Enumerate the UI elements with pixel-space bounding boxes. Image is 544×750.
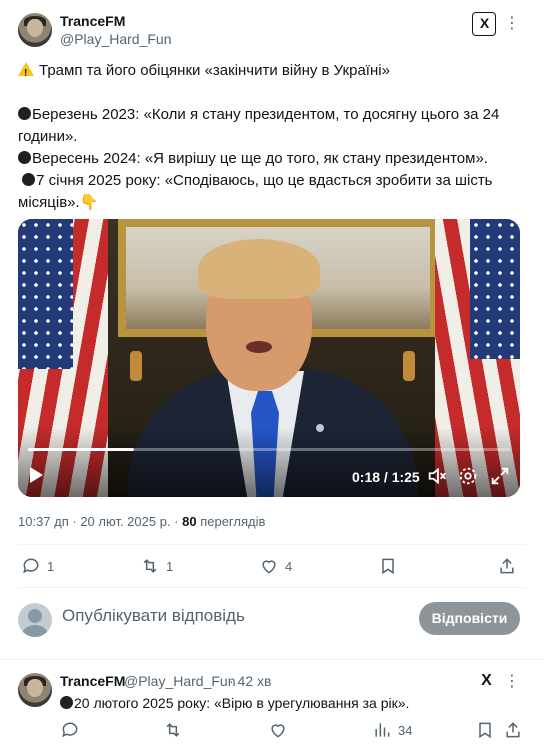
- author-name[interactable]: TranceFM: [60, 13, 125, 29]
- share-icon: [506, 722, 520, 738]
- repost-icon: [166, 723, 180, 737]
- reply-reply-button[interactable]: [60, 719, 80, 741]
- current-user-avatar: [18, 603, 52, 637]
- share-icon: [500, 558, 514, 574]
- repost-icon: [143, 559, 157, 573]
- author-handle[interactable]: @Play_Hard_Fun: [60, 31, 172, 47]
- video-progress-bar[interactable]: [28, 448, 510, 451]
- black-circle-icon: [60, 696, 73, 709]
- post-line-1: Трамп та його обіцянки «закінчити війну …: [39, 62, 390, 79]
- post-timestamp[interactable]: 10:37 дп · 20 лют. 2025 р. ·: [18, 514, 182, 529]
- volume-icon[interactable]: [426, 465, 448, 487]
- divider: [0, 659, 544, 660]
- reply-author-name[interactable]: TranceFM: [60, 673, 125, 689]
- reply-button[interactable]: 1: [21, 555, 54, 577]
- fullscreen-icon[interactable]: [489, 465, 511, 487]
- reply-author-avatar[interactable]: [18, 673, 52, 707]
- video-time: 0:18 / 1:25: [352, 469, 420, 485]
- reply-views-button[interactable]: 34: [372, 719, 412, 741]
- share-button[interactable]: [497, 555, 517, 577]
- post-meta: 10:37 дп · 20 лют. 2025 р. · 80 перегляд…: [18, 514, 265, 529]
- settings-icon[interactable]: [457, 465, 479, 487]
- reply-share-button[interactable]: [503, 719, 523, 741]
- post-line-2: Березень 2023: «Коли я стану президентом…: [32, 106, 500, 123]
- reply-like-button[interactable]: [268, 719, 288, 741]
- pointing-down-icon: 👇: [79, 194, 99, 211]
- post-line-3: Вересень 2024: «Я вирішу це ще до того, …: [32, 150, 488, 167]
- bookmark-icon: [479, 722, 491, 739]
- heart-icon: [271, 724, 285, 738]
- views-label: переглядів: [196, 514, 266, 529]
- views-count: 80: [182, 514, 197, 529]
- black-circle-icon: [18, 151, 31, 164]
- reply-bookmark-button[interactable]: [475, 719, 495, 741]
- reply-input[interactable]: Опублікувати відповідь: [62, 606, 245, 626]
- reply-icon: [23, 558, 39, 574]
- warning-icon: [18, 62, 34, 85]
- post-line-4b: місяців».: [18, 194, 80, 211]
- reply-icon: [62, 722, 78, 738]
- like-button[interactable]: 4: [259, 555, 292, 577]
- post-line-2b: години».: [18, 128, 78, 145]
- post-line-4: 7 січня 2025 року: «Сподіваюсь, що це вд…: [36, 172, 493, 189]
- reply-age[interactable]: · 42 хв: [229, 673, 271, 689]
- play-icon[interactable]: [30, 467, 43, 483]
- bookmark-button[interactable]: [378, 555, 398, 577]
- video-player[interactable]: 0:18 / 1:25: [18, 219, 520, 497]
- video-progress-fill: [28, 448, 135, 451]
- grok-icon[interactable]: X: [472, 12, 496, 36]
- views-chart-icon: [375, 723, 390, 737]
- black-circle-icon: [18, 107, 31, 120]
- repost-button[interactable]: 1: [140, 555, 173, 577]
- black-circle-icon: [22, 173, 36, 186]
- post-text: Трамп та його обіцянки «закінчити війну …: [18, 60, 524, 214]
- heart-icon: [262, 560, 276, 574]
- divider: [18, 587, 526, 588]
- reply-more-options-icon[interactable]: ⋮: [502, 672, 522, 692]
- bookmark-icon: [382, 558, 394, 575]
- divider: [18, 544, 526, 545]
- reply-author-handle[interactable]: @Play_Hard_Fun: [124, 673, 236, 689]
- author-avatar[interactable]: [18, 13, 52, 47]
- more-options-icon[interactable]: ⋮: [502, 14, 522, 34]
- reply-repost-button[interactable]: [163, 719, 183, 741]
- reply-text: 20 лютого 2025 року: «Вірю в урегулюванн…: [60, 692, 520, 714]
- reply-submit-button[interactable]: Відповісти: [419, 602, 520, 635]
